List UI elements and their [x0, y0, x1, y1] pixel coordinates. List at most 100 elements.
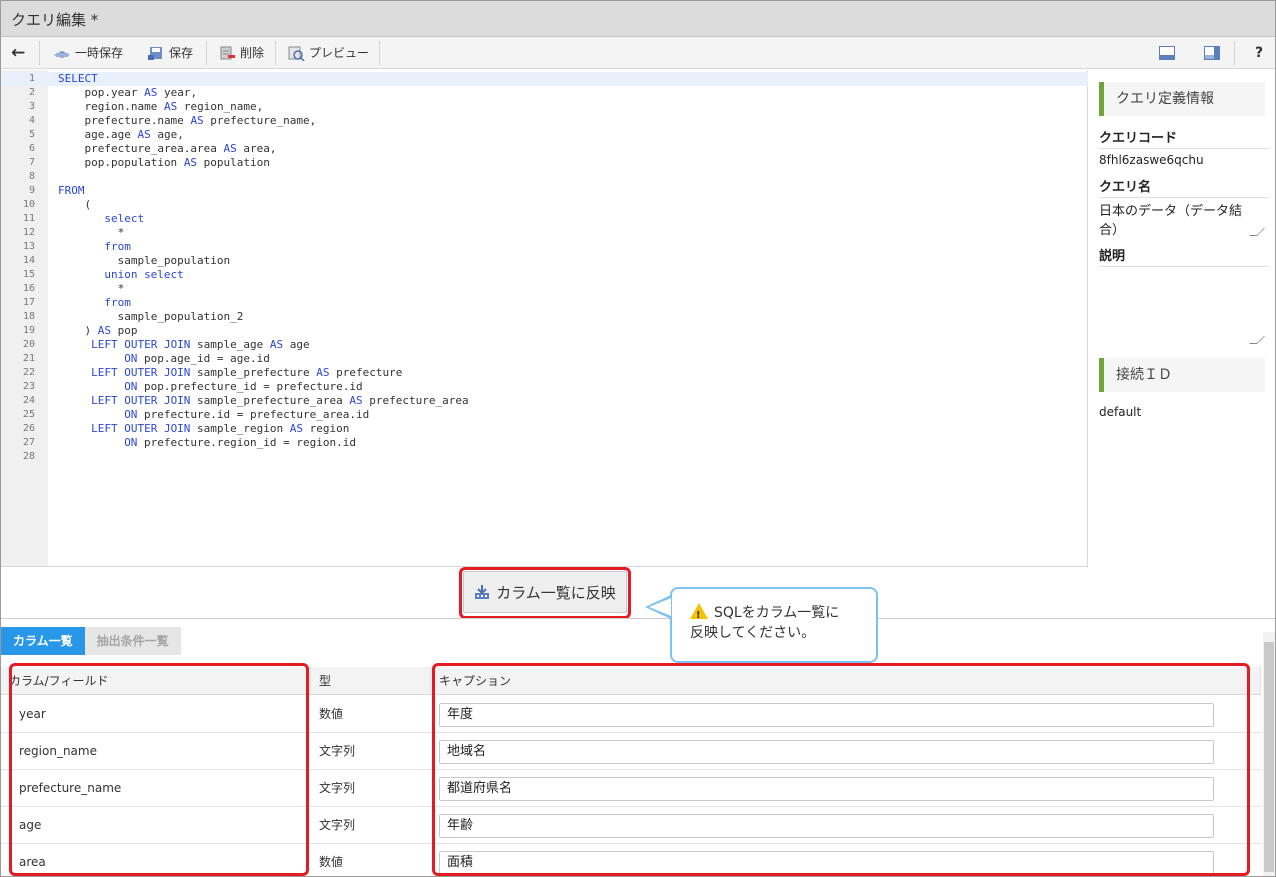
query-editor-window: クエリ編集 * ← 一時保存 保存 削除 プレビュー ? 1 SELECT 2 … — [0, 0, 1276, 877]
line-number: 13 — [22, 241, 35, 252]
toolbar-divider — [275, 41, 276, 65]
sql-keyword: select — [104, 212, 145, 225]
code-line[interactable]: 27 ON prefecture.region_id = region.id — [1, 436, 1088, 450]
line-number: 22 — [22, 367, 35, 378]
sql-token: ) — [84, 324, 98, 337]
code-line[interactable]: 24 LEFT OUTER JOIN sample_prefecture_area… — [1, 394, 1088, 408]
code-line[interactable]: 5 age.age AS age, — [1, 128, 1088, 142]
sql-token: prefecture.region_id = region.id — [137, 436, 356, 449]
code-line[interactable]: 16 * — [1, 282, 1088, 296]
code-text: ON pop.prefecture_id = prefecture.id — [124, 380, 362, 394]
toolbar-divider — [379, 41, 380, 65]
code-text: LEFT OUTER JOIN sample_prefecture_area A… — [91, 394, 469, 408]
line-number: 7 — [28, 157, 35, 168]
line-number: 3 — [28, 101, 35, 112]
type-cell: 文字列 — [319, 818, 356, 832]
delete-icon — [218, 45, 236, 61]
header-type: 型 — [311, 667, 431, 695]
tab-filter-conditions[interactable]: 抽出条件一覧 — [84, 627, 181, 655]
tab-column-list[interactable]: カラム一覧 — [1, 627, 85, 655]
code-line[interactable]: 10 ( — [1, 198, 1088, 212]
line-number: 28 — [22, 451, 35, 462]
line-number: 8 — [28, 171, 35, 182]
sql-token: pop.age_id = age.id — [137, 352, 270, 365]
line-number: 15 — [22, 269, 35, 280]
reflect-area: カラム一覧に反映 — [1, 566, 1088, 618]
code-line[interactable]: 7 pop.population AS population — [1, 156, 1088, 170]
code-line[interactable]: 12 * — [1, 226, 1088, 240]
code-text: ) AS pop — [84, 324, 137, 338]
layout-side-panel-button[interactable] — [1197, 37, 1227, 68]
caption-input[interactable]: 地域名 — [439, 740, 1214, 764]
query-code-value: 8fhl6zaswe6qchu — [1099, 153, 1204, 167]
back-button[interactable]: ← — [11, 37, 25, 68]
sql-keyword: AS — [289, 422, 304, 435]
caption-input[interactable]: 年齢 — [439, 814, 1214, 838]
code-line[interactable]: 15 union select — [1, 268, 1088, 282]
line-number: 27 — [22, 437, 35, 448]
code-line[interactable]: 25 ON prefecture.id = prefecture_area.id — [1, 408, 1088, 422]
line-number: 10 — [22, 199, 35, 210]
layout-bottom-icon — [1159, 45, 1175, 60]
code-line[interactable]: 8 — [1, 170, 1088, 184]
query-code-label: クエリコード — [1099, 127, 1269, 149]
code-line[interactable]: 22 LEFT OUTER JOIN sample_prefecture AS p… — [1, 366, 1088, 380]
temp-save-label: 一時保存 — [75, 46, 124, 60]
preview-icon — [287, 45, 305, 62]
vertical-scrollbar[interactable] — [1263, 632, 1275, 876]
sql-token: sample_population_2 — [117, 310, 244, 323]
caption-input[interactable]: 面積 — [439, 851, 1214, 875]
code-line[interactable]: 28 — [1, 450, 1088, 464]
temp-save-button[interactable]: 一時保存 — [53, 37, 123, 68]
code-text: sample_population — [118, 254, 231, 268]
code-line[interactable]: 11 select — [1, 212, 1088, 226]
caption-input[interactable]: 都道府県名 — [439, 777, 1214, 801]
sql-editor[interactable]: 1 SELECT 2 pop.year AS year, 3 region.name AS… — [1, 70, 1088, 566]
description-field[interactable] — [1099, 268, 1269, 344]
code-line[interactable]: 6 prefecture_area.area AS area, — [1, 142, 1088, 156]
sql-keyword: LEFT OUTER JOIN — [91, 338, 191, 351]
code-line[interactable]: 26 LEFT OUTER JOIN sample_region AS regio… — [1, 422, 1088, 436]
code-text: ON prefecture.id = prefecture_area.id — [124, 408, 369, 422]
save-icon — [147, 45, 165, 61]
code-line[interactable]: 21 ON pop.age_id = age.id — [1, 352, 1088, 366]
sql-token: pop — [110, 324, 138, 337]
type-cell: 文字列 — [319, 744, 356, 758]
sql-keyword: AS — [349, 394, 363, 407]
scrollbar-thumb[interactable] — [1264, 642, 1274, 872]
caption-input[interactable]: 年度 — [439, 703, 1214, 727]
preview-button[interactable]: プレビュー — [287, 37, 369, 68]
code-line[interactable]: 13 from — [1, 240, 1088, 254]
code-line[interactable]: 1 SELECT — [1, 72, 1088, 86]
code-line[interactable]: 3 region.name AS region_name, — [1, 100, 1088, 114]
sql-keyword: from — [104, 296, 131, 309]
layout-bottom-panel-button[interactable] — [1152, 37, 1182, 68]
save-button[interactable]: 保存 — [147, 37, 193, 68]
code-line[interactable]: 9 FROM — [1, 184, 1088, 198]
code-line[interactable]: 2 pop.year AS year, — [1, 86, 1088, 100]
code-text: FROM — [58, 184, 85, 198]
help-button[interactable]: ? — [1244, 37, 1274, 68]
code-line[interactable]: 20 LEFT OUTER JOIN sample_age AS age — [1, 338, 1088, 352]
code-text: union select — [104, 268, 183, 282]
query-name-line-2: 合） — [1099, 223, 1126, 238]
query-name-field[interactable]: 日本のデータ（データ結 合） — [1099, 200, 1269, 238]
delete-button[interactable]: 削除 — [218, 37, 264, 68]
code-line[interactable]: 23 ON pop.prefecture_id = prefecture.id — [1, 380, 1088, 394]
code-line[interactable]: 19) AS pop — [1, 324, 1088, 338]
reflect-button-label: カラム一覧に反映 — [496, 583, 616, 602]
code-line[interactable]: 14 sample_population — [1, 254, 1088, 268]
code-text: ( — [84, 198, 91, 212]
code-line[interactable]: 4 prefecture.name AS prefecture_name, — [1, 114, 1088, 128]
sql-keyword: ON — [124, 380, 138, 393]
code-line[interactable]: 18 sample_population_2 — [1, 310, 1088, 324]
title-bar: クエリ編集 * — [1, 1, 1275, 37]
tooltip-pointer-inner — [649, 598, 671, 616]
code-text: select — [104, 212, 144, 226]
type-cell: 数値 — [319, 707, 344, 721]
sql-keyword: AS — [144, 86, 158, 99]
reflect-to-column-list-button[interactable]: カラム一覧に反映 — [463, 571, 627, 613]
sql-token: prefecture_area — [362, 394, 469, 407]
code-line[interactable]: 17 from — [1, 296, 1088, 310]
code-text: pop.year AS year, — [84, 86, 197, 100]
